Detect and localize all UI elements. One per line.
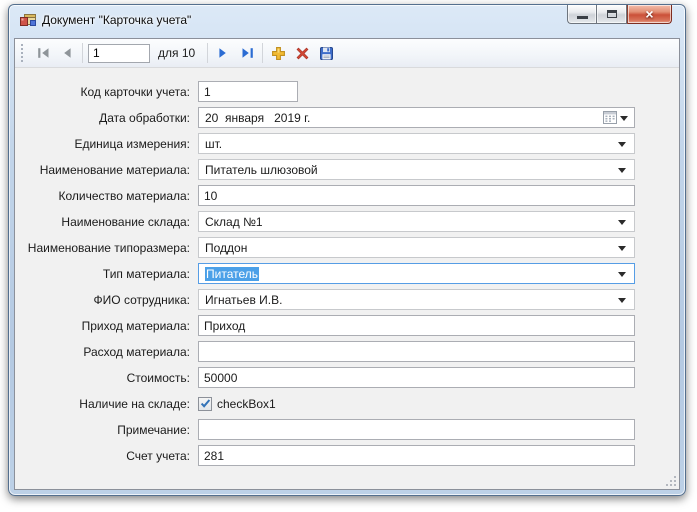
app-window: Документ "Карточка учета" × xyxy=(8,4,686,496)
maximize-button[interactable] xyxy=(596,5,627,24)
caption-buttons: × xyxy=(567,5,672,24)
toolbar-separator xyxy=(207,43,208,63)
record-position-input[interactable] xyxy=(88,44,150,63)
chevron-down-icon[interactable] xyxy=(620,116,628,121)
cost-input[interactable] xyxy=(198,367,635,388)
field-label: Счет учета: xyxy=(15,449,198,463)
field-row-material-expense: Расход материала: xyxy=(15,341,679,362)
chevron-down-icon[interactable] xyxy=(618,142,626,147)
chevron-down-icon[interactable] xyxy=(618,272,626,277)
combo-value: Склад №1 xyxy=(205,215,263,229)
move-previous-icon xyxy=(61,47,73,59)
combo-value: Питатель шлюзовой xyxy=(205,163,318,177)
field-label: Наименование типоразмера: xyxy=(15,241,198,255)
combo-value: Игнатьев И.В. xyxy=(205,293,282,307)
add-new-icon xyxy=(271,46,286,61)
field-row-material-name: Наименование материала: Питатель шлюзово… xyxy=(15,159,679,180)
processing-date-picker[interactable]: 20 января 2019 г. xyxy=(198,107,635,128)
size-type-combobox[interactable]: Поддон xyxy=(198,237,635,258)
save-button[interactable] xyxy=(314,42,338,64)
field-row-processing-date: Дата обработки: 20 января 2019 г. xyxy=(15,107,679,128)
move-last-button[interactable] xyxy=(235,42,259,64)
window-title: Документ "Карточка учета" xyxy=(42,13,191,27)
move-previous-button[interactable] xyxy=(55,42,79,64)
close-icon: × xyxy=(645,6,653,23)
toolbar-grip[interactable] xyxy=(21,44,25,62)
chevron-down-icon[interactable] xyxy=(618,298,626,303)
record-count-label: для 10 xyxy=(158,46,195,60)
move-first-icon xyxy=(37,47,50,59)
field-label: Код карточки учета: xyxy=(15,85,198,99)
binding-navigator-toolbar: для 10 xyxy=(15,39,679,68)
field-row-unit: Единица измерения: шт. xyxy=(15,133,679,154)
datepicker-icons xyxy=(603,111,628,124)
field-row-material-type: Тип материала: Питатель xyxy=(15,263,679,284)
field-label: Примечание: xyxy=(15,423,198,437)
field-label: Расход материала: xyxy=(15,345,198,359)
field-label: Приход материала: xyxy=(15,319,198,333)
move-last-icon xyxy=(241,47,254,59)
field-label: Количество материала: xyxy=(15,189,198,203)
field-label: Дата обработки: xyxy=(15,111,198,125)
field-row-warehouse-name: Наименование склада: Склад №1 xyxy=(15,211,679,232)
field-row-size-type-name: Наименование типоразмера: Поддон xyxy=(15,237,679,258)
field-row-employee-name: ФИО сотрудника: Игнатьев И.В. xyxy=(15,289,679,310)
field-label: ФИО сотрудника: xyxy=(15,293,198,307)
minimize-icon xyxy=(577,16,588,19)
field-label: Наименование материала: xyxy=(15,163,198,177)
field-row-note: Примечание: xyxy=(15,419,679,440)
chevron-down-icon[interactable] xyxy=(618,168,626,173)
in-stock-checkbox[interactable]: checkBox1 xyxy=(198,397,276,411)
calendar-icon xyxy=(603,111,617,124)
material-quantity-input[interactable] xyxy=(198,185,635,206)
checkbox-label: checkBox1 xyxy=(217,397,276,411)
fields-panel: Код карточки учета: Дата обработки: 20 я… xyxy=(15,68,679,466)
date-value: 20 января 2019 г. xyxy=(205,111,310,125)
employee-combobox[interactable]: Игнатьев И.В. xyxy=(198,289,635,310)
resize-grip-icon[interactable] xyxy=(665,475,677,487)
close-button[interactable]: × xyxy=(627,5,672,24)
field-label: Наименование склада: xyxy=(15,215,198,229)
add-new-button[interactable] xyxy=(266,42,290,64)
note-input[interactable] xyxy=(198,419,635,440)
material-expense-input[interactable] xyxy=(198,341,635,362)
field-label: Единица измерения: xyxy=(15,137,198,151)
card-code-input[interactable] xyxy=(198,81,298,102)
move-next-icon xyxy=(217,47,229,59)
delete-icon xyxy=(295,46,310,61)
field-label: Стоимость: xyxy=(15,371,198,385)
checkbox-box[interactable] xyxy=(198,397,212,411)
maximize-icon xyxy=(607,10,617,18)
chevron-down-icon[interactable] xyxy=(618,246,626,251)
check-icon xyxy=(200,398,211,409)
field-label: Тип материала: xyxy=(15,267,198,281)
field-label: Наличие на складе: xyxy=(15,397,198,411)
minimize-button[interactable] xyxy=(567,5,596,24)
combo-value: Поддон xyxy=(205,241,247,255)
chevron-down-icon[interactable] xyxy=(618,220,626,225)
material-name-combobox[interactable]: Питатель шлюзовой xyxy=(198,159,635,180)
move-first-button[interactable] xyxy=(31,42,55,64)
account-input[interactable] xyxy=(198,445,635,466)
field-row-material-quantity: Количество материала: xyxy=(15,185,679,206)
field-row-account: Счет учета: xyxy=(15,445,679,466)
toolbar-separator xyxy=(82,43,83,63)
field-row-in-stock: Наличие на складе: checkBox1 xyxy=(15,393,679,414)
material-income-input[interactable] xyxy=(198,315,635,336)
winforms-app-icon[interactable] xyxy=(20,12,36,28)
delete-button[interactable] xyxy=(290,42,314,64)
unit-combobox[interactable]: шт. xyxy=(198,133,635,154)
save-icon xyxy=(319,46,334,61)
combo-value: шт. xyxy=(205,137,222,151)
warehouse-combobox[interactable]: Склад №1 xyxy=(198,211,635,232)
material-type-combobox[interactable]: Питатель xyxy=(198,263,635,284)
field-row-material-income: Приход материала: xyxy=(15,315,679,336)
selected-text: Питатель xyxy=(205,267,259,281)
move-next-button[interactable] xyxy=(211,42,235,64)
toolbar-separator xyxy=(262,43,263,63)
field-row-card-code: Код карточки учета: xyxy=(15,81,679,102)
form-client-area: для 10 xyxy=(14,38,680,490)
field-row-cost: Стоимость: xyxy=(15,367,679,388)
